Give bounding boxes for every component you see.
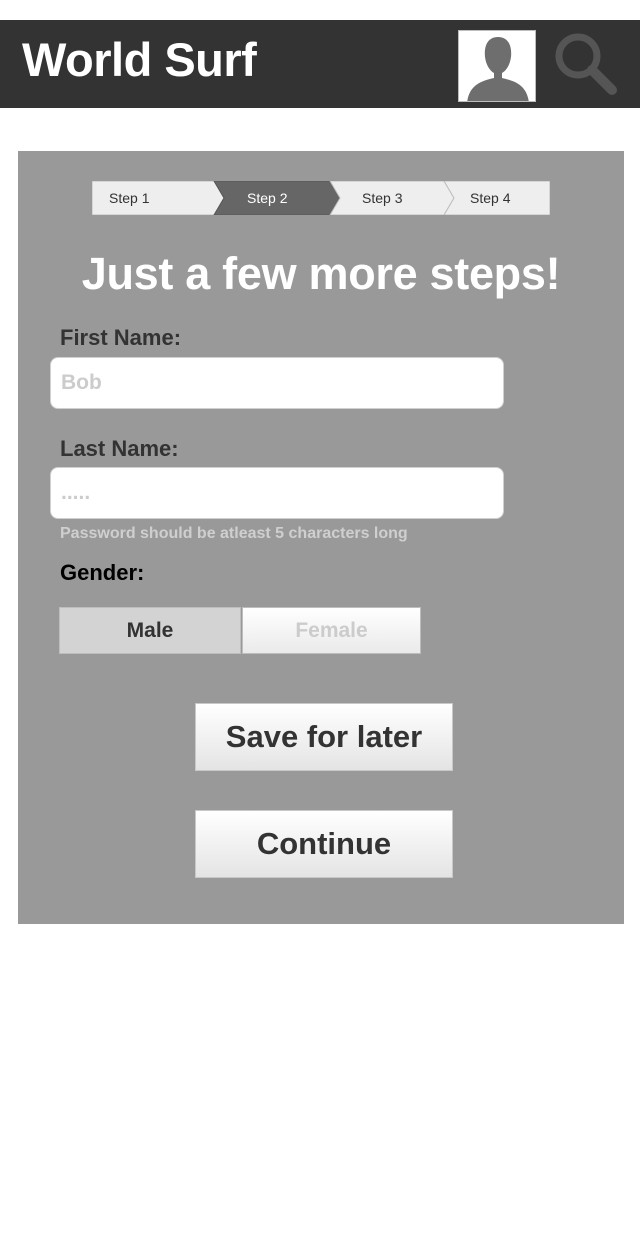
save-for-later-button[interactable]: Save for later [195,703,453,771]
last-name-label: Last Name: [60,436,179,461]
user-avatar-icon[interactable] [458,30,536,102]
step-4-label[interactable]: Step 4 [470,190,510,206]
continue-button[interactable]: Continue [195,810,453,878]
password-hint: Password should be atleast 5 characters … [60,525,408,542]
gender-male-option[interactable]: Male [59,607,241,654]
magnifier-icon[interactable] [552,30,620,98]
last-name-input[interactable] [50,467,504,519]
page-title: Just a few more steps! [81,248,561,299]
gender-label: Gender: [60,560,145,585]
first-name-input[interactable] [50,357,504,409]
step-2-label[interactable]: Step 2 [247,190,287,206]
gender-female-option[interactable]: Female [242,607,421,654]
progress-stepper: Step 1 Step 2 Step 3 Step 4 [92,181,550,215]
step-1-label[interactable]: Step 1 [109,190,149,206]
first-name-label: First Name: [60,325,182,350]
step-3-label[interactable]: Step 3 [362,190,402,206]
app-header: World Surf [0,20,640,108]
gender-toggle: Male Female [59,607,421,654]
app-title: World Surf [22,33,257,86]
